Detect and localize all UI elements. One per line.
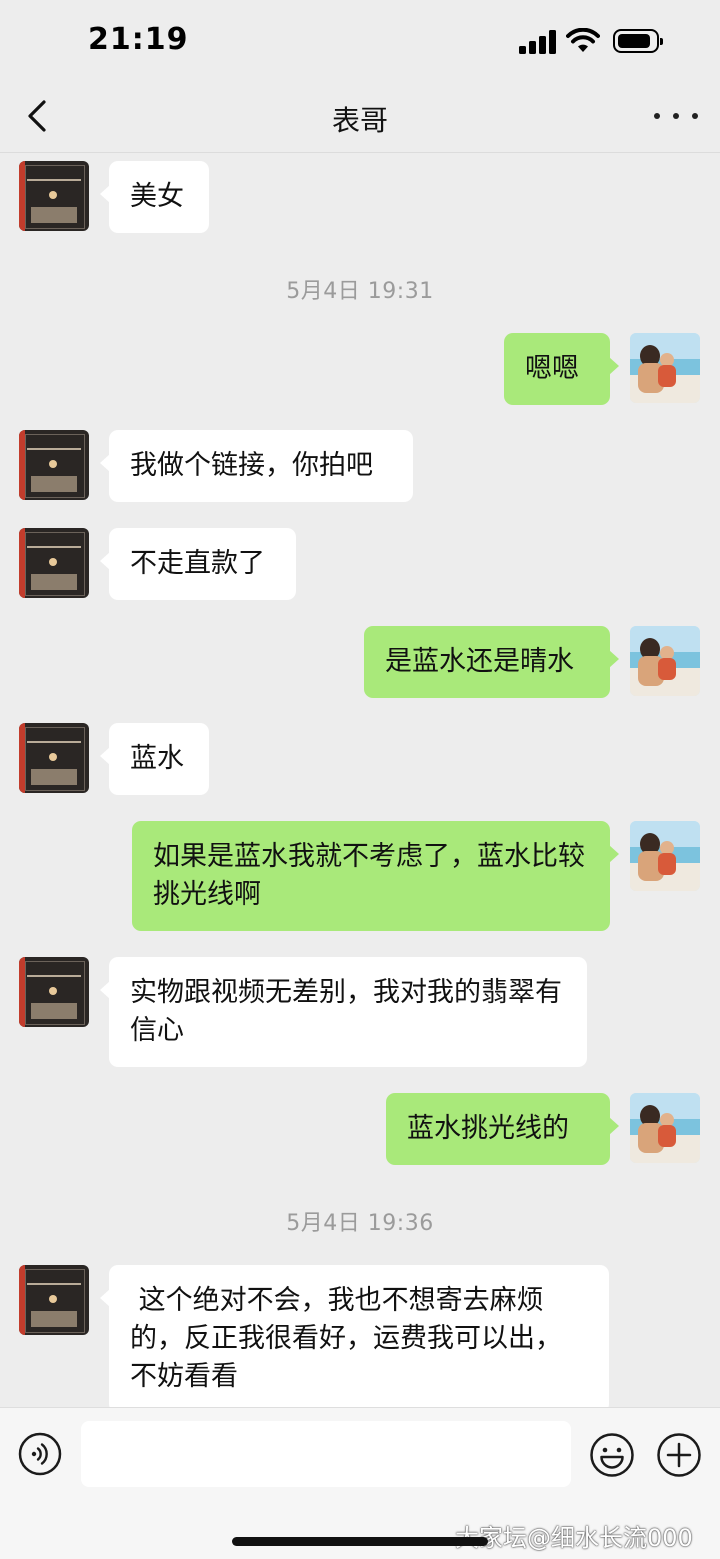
message-timestamp: 5月4日 19:36	[286, 1211, 434, 1236]
contact-avatar[interactable]	[19, 528, 89, 598]
message-bubble[interactable]: 实物跟视频无差别，我对我的翡翠有信心	[100, 957, 587, 1067]
contact-avatar[interactable]	[19, 161, 89, 231]
message-bubble[interactable]: 这个绝对不会，我也不想寄去麻烦的，反正我很看好，运费我可以出，不妨看看	[100, 1265, 609, 1407]
nav-bar: 表哥	[0, 84, 720, 153]
contact-avatar[interactable]	[19, 723, 89, 793]
emoji-icon[interactable]	[589, 1432, 635, 1478]
message-bubble[interactable]: 如果是蓝水我就不考虑了，蓝水比较挑光线啊	[132, 821, 619, 931]
user-avatar[interactable]	[630, 821, 700, 891]
message-bubble[interactable]: 我做个链接，你拍吧	[100, 430, 413, 502]
plus-icon[interactable]	[656, 1432, 702, 1478]
message-bubble[interactable]: 美女	[100, 161, 209, 233]
contact-avatar[interactable]	[19, 430, 89, 500]
message-bubble[interactable]: 蓝水挑光线的	[386, 1093, 619, 1165]
voice-icon[interactable]	[18, 1432, 62, 1476]
signal-icon	[519, 30, 557, 54]
message-bubble[interactable]: 不走直款了	[100, 528, 296, 600]
battery-level	[618, 34, 650, 48]
user-avatar[interactable]	[630, 333, 700, 403]
message-input[interactable]	[81, 1421, 571, 1487]
message-bubble[interactable]: 蓝水	[100, 723, 209, 795]
chat-title: 表哥	[331, 104, 388, 137]
wifi-icon	[566, 28, 600, 52]
user-avatar[interactable]	[630, 1093, 700, 1163]
message-bubble[interactable]: 嗯嗯	[504, 333, 619, 405]
status-time: 21:19	[88, 22, 189, 57]
battery-icon	[613, 29, 663, 53]
user-avatar[interactable]	[630, 626, 700, 696]
message-bubble[interactable]: 是蓝水还是晴水	[364, 626, 619, 698]
watermark-text: 大家坛@细水长流000	[455, 1524, 693, 1552]
home-indicator[interactable]	[232, 1537, 488, 1546]
message-timestamp: 5月4日 19:31	[286, 279, 434, 304]
ellipsis-icon[interactable]	[654, 98, 698, 134]
contact-avatar[interactable]	[19, 957, 89, 1027]
status-bar: 21:19	[0, 0, 720, 84]
chat-message-list[interactable]: 美女 5月4日 19:31 嗯嗯 我做个链接，你拍吧 不走直款了 是蓝水还是晴水	[0, 153, 720, 1407]
contact-avatar[interactable]	[19, 1265, 89, 1335]
input-bar: 大家坛@细水长流000	[0, 1407, 720, 1559]
